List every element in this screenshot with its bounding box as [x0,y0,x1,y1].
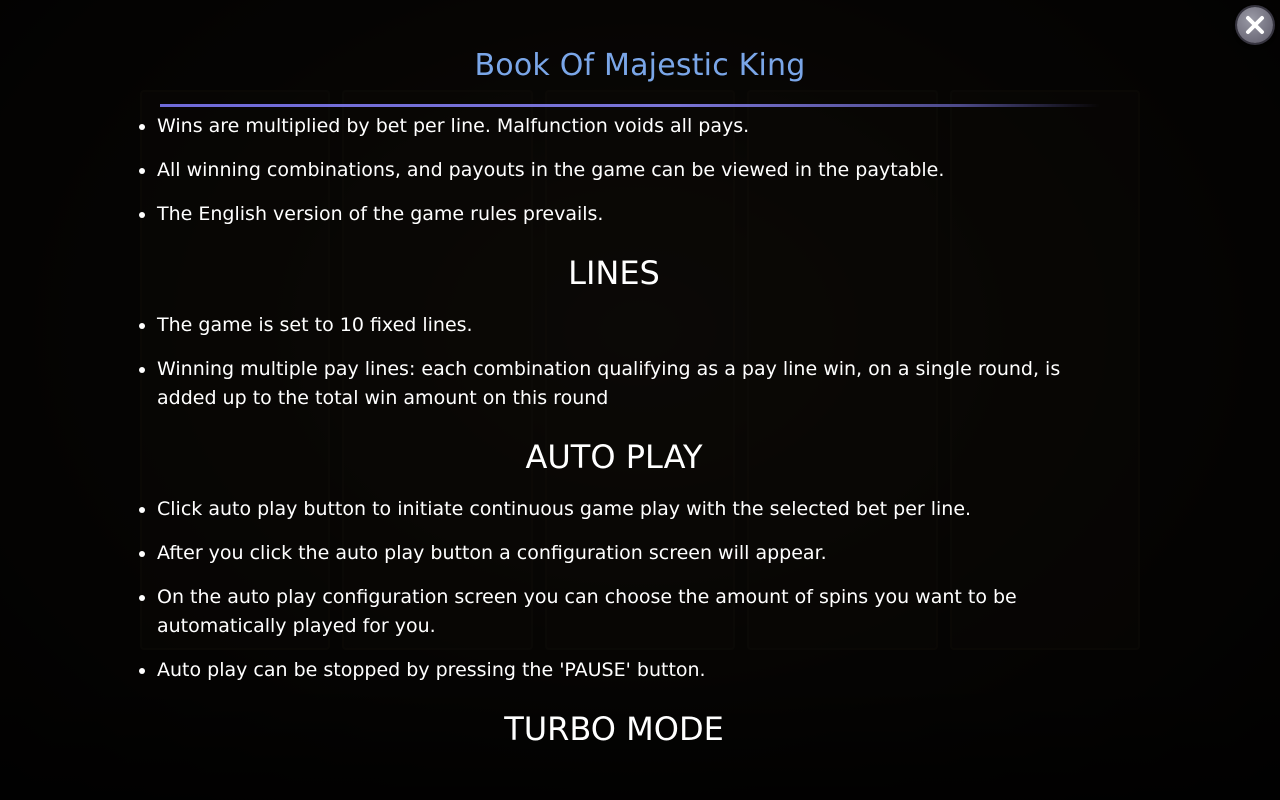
section-title-auto-play: AUTO PLAY [525,438,703,476]
lines-rules-list: The game is set to 10 fixed lines. Winni… [140,311,1100,413]
list-item: Click auto play button to initiate conti… [157,495,1100,524]
list-item: After you click the auto play button a c… [157,539,1100,568]
title-divider [160,104,1100,107]
list-item: Auto play can be stopped by pressing the… [157,656,1100,685]
close-icon [1246,16,1264,34]
list-item: The English version of the game rules pr… [157,200,1100,229]
auto-play-rules-list: Click auto play button to initiate conti… [140,495,1100,685]
general-rules-list: Wins are multiplied by bet per line. Mal… [140,112,1100,229]
list-item: Winning multiple pay lines: each combina… [157,355,1100,413]
section-title-turbo-mode: TURBO MODE [504,710,724,748]
section-title-lines: LINES [568,254,660,292]
close-button[interactable] [1237,7,1273,43]
list-item: The game is set to 10 fixed lines. [157,311,1100,340]
list-item: All winning combinations, and payouts in… [157,156,1100,185]
rules-content[interactable]: Wins are multiplied by bet per line. Mal… [140,112,1100,767]
game-screen: Book Of Majestic King Wins are multiplie… [0,0,1280,800]
rules-title: Book Of Majestic King [474,48,806,83]
list-item: Wins are multiplied by bet per line. Mal… [157,112,1100,141]
list-item: On the auto play configuration screen yo… [157,583,1100,641]
